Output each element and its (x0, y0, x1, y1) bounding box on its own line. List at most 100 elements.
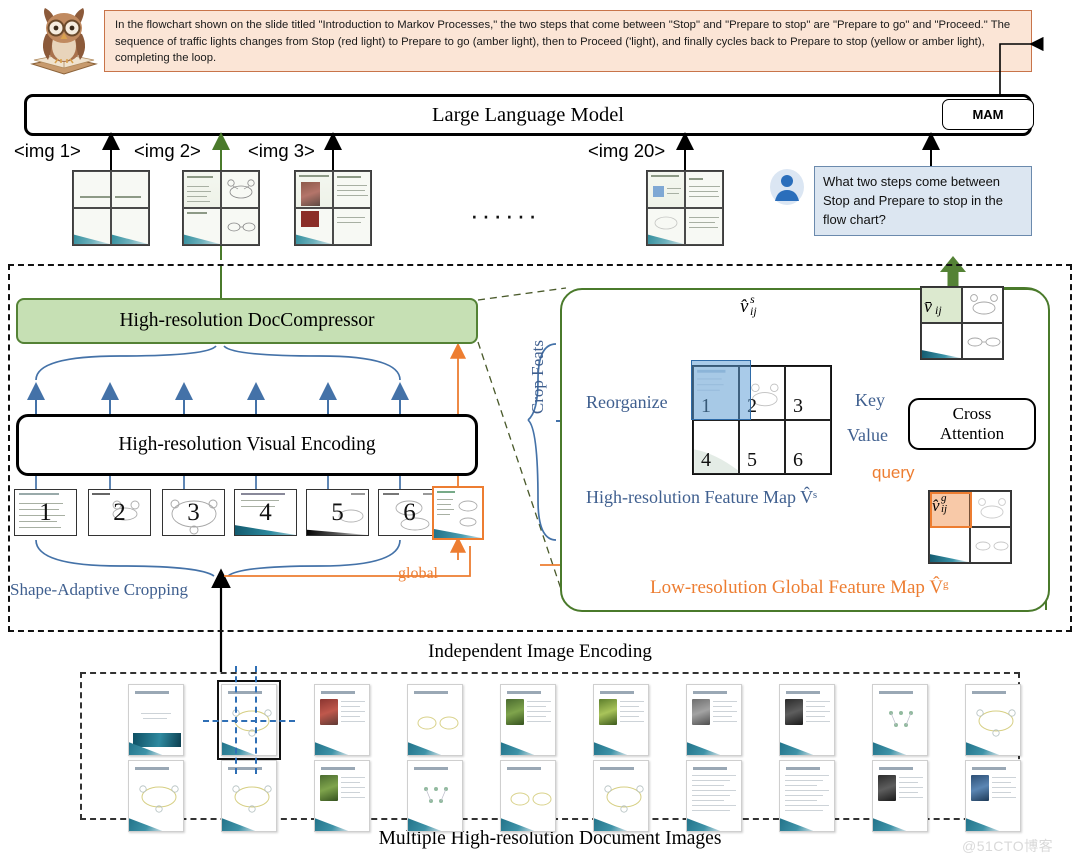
vhat-s-symbol: v̂ ij s (740, 292, 757, 318)
crop-thumbnail-1: 1 (14, 489, 77, 536)
feature-map-number: 4 (701, 449, 711, 471)
shape-adaptive-cropping-label: Shape-Adaptive Cropping (10, 580, 188, 599)
thumb-quadrant (111, 171, 149, 208)
crop-thumbnail-3: 3 (162, 489, 225, 536)
model-answer-text: In the flowchart shown on the slide titl… (115, 19, 1011, 64)
feature-map-selection-highlight (691, 360, 751, 420)
thumb-quadrant (685, 208, 723, 245)
thumb-quadrant (295, 208, 333, 245)
document-thumbnail[interactable] (593, 684, 649, 756)
document-thumbnail[interactable] (500, 760, 556, 832)
crop-number: 4 (259, 498, 272, 526)
crop-number: 2 (113, 498, 126, 526)
thumb-quadrant (111, 208, 149, 245)
thumb-quadrant (221, 171, 259, 208)
crop-feats-label: Crop Feats (528, 340, 547, 415)
user-question-bubble: What two steps come between Stop and Pre… (814, 166, 1032, 236)
owl-reading-book-icon (22, 2, 106, 86)
vbar-cell (962, 287, 1003, 323)
thumb-quadrant (183, 171, 221, 208)
thumb-quadrant (73, 171, 111, 208)
cross-attention-box: Cross Attention (908, 398, 1036, 450)
crop-number: 5 (331, 498, 344, 526)
thumb-quadrant (221, 208, 259, 245)
img-token-label-2: <img 2> (134, 140, 201, 161)
thumb-quadrant (647, 171, 685, 208)
document-thumbnail[interactable] (779, 760, 835, 832)
reorganize-label: Reorganize (586, 392, 668, 412)
global-path-label: global (398, 565, 438, 582)
vbar-output-grid (920, 286, 1004, 360)
vg-cell (929, 527, 970, 563)
document-thumbnail[interactable] (593, 760, 649, 832)
vg-cell (970, 527, 1011, 563)
user-question-text: What two steps come between Stop and Pre… (823, 174, 1003, 227)
cross-attention-line-2: Attention (939, 424, 1005, 443)
key-label: Key (855, 390, 885, 410)
document-thumbnail[interactable] (965, 684, 1021, 756)
crop-thumbnail-4: 4 (234, 489, 297, 536)
document-thumbnail[interactable] (965, 760, 1021, 832)
img-token-label-20: <img 20> (588, 140, 666, 161)
high-resolution-doccompressor-box: High-resolution DocCompressor (16, 298, 478, 344)
thumb-quadrant (647, 208, 685, 245)
crop-thumbnail-5: 5 (306, 489, 369, 536)
vg-cell (970, 491, 1011, 527)
high-resolution-visual-encoding-box: High-resolution Visual Encoding (16, 414, 478, 476)
crop-guide-horizontal (203, 720, 295, 722)
value-label: Value (847, 425, 888, 445)
cross-attention-line-1: Cross (952, 404, 992, 423)
crop-number: 1 (39, 498, 52, 526)
feature-map-number: 3 (793, 395, 803, 417)
vbar-cell (921, 323, 962, 359)
document-thumbnail[interactable] (314, 760, 370, 832)
document-thumbnail[interactable] (314, 684, 370, 756)
feature-map-number: 6 (793, 449, 803, 471)
feature-map-number: 5 (747, 449, 757, 471)
document-thumbnail[interactable] (872, 760, 928, 832)
crop-number: 3 (187, 498, 200, 526)
feature-map-cell: 4 (693, 420, 739, 474)
img-token-label-1: <img 1> (14, 140, 81, 161)
feature-map-cell: 3 (785, 366, 831, 420)
user-avatar-icon (768, 168, 806, 206)
model-answer-bubble: In the flowchart shown on the slide titl… (104, 10, 1032, 72)
high-resolution-feature-map-caption: High-resolution Feature Map V̂ˢ (586, 487, 817, 507)
watermark: @51CTO博客 (962, 838, 1054, 854)
thumb-quadrant (183, 208, 221, 245)
document-thumbnail[interactable] (779, 684, 835, 756)
crop-number: 6 (403, 498, 416, 526)
image-thumbnail-20 (646, 170, 724, 246)
thumb-quadrant (333, 208, 371, 245)
document-thumbnail[interactable] (500, 684, 556, 756)
document-thumbnail[interactable] (128, 684, 184, 756)
img-token-label-3: <img 3> (248, 140, 315, 161)
image-thumbnail-3 (294, 170, 372, 246)
vbar-cell (962, 323, 1003, 359)
vbar-symbol: v̄ ij (924, 296, 942, 317)
llm-title: Large Language Model (431, 103, 625, 126)
low-resolution-global-feature-map-caption: Low-resolution Global Feature Map V̂ᵍ (650, 577, 949, 598)
document-thumbnail[interactable] (128, 760, 184, 832)
document-thumbnail[interactable] (407, 684, 463, 756)
image-thumbnail-1 (72, 170, 150, 246)
independent-image-encoding-caption: Independent Image Encoding (428, 641, 652, 662)
global-crop-thumbnail (432, 486, 484, 540)
thumb-quadrant (295, 171, 333, 208)
feature-map-cell: 6 (785, 420, 831, 474)
document-thumbnail[interactable] (686, 760, 742, 832)
feature-map-cell: 5 (739, 420, 785, 474)
thumb-quadrant (333, 171, 371, 208)
query-label: query (872, 463, 915, 482)
mam-module-button[interactable]: MAM (942, 99, 1034, 130)
document-thumbnail[interactable] (407, 760, 463, 832)
document-thumbnail[interactable] (221, 760, 277, 832)
crop-thumbnail-2: 2 (88, 489, 151, 536)
image-thumbnail-2 (182, 170, 260, 246)
vhat-g-symbol: v̂ ij g (932, 492, 948, 515)
document-thumbnail[interactable] (872, 684, 928, 756)
document-thumbnail[interactable] (686, 684, 742, 756)
thumb-quadrant (685, 171, 723, 208)
thumb-quadrant (73, 208, 111, 245)
ellipsis-separator: ······ (470, 200, 540, 230)
